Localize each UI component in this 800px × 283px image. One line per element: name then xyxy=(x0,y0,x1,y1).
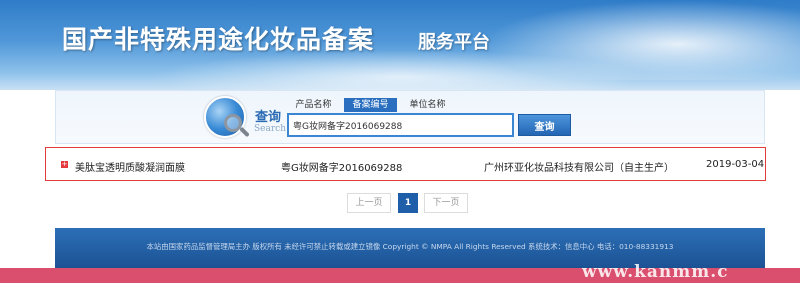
result-row[interactable]: + 美肽宝透明质酸凝润面膜 粤G妆网备字2016069288 广州环亚化妆品科技… xyxy=(45,147,766,181)
tab-record-number[interactable]: 备案编号 xyxy=(344,98,397,112)
search-label: 查询 xyxy=(255,110,282,125)
expand-icon[interactable]: + xyxy=(61,161,68,168)
site-title: 国产非特殊用途化妆品备案 xyxy=(62,25,375,54)
record-number: 粤G妆网备字2016069288 xyxy=(281,163,403,174)
tab-company-name[interactable]: 单位名称 xyxy=(401,98,454,112)
product-name-link[interactable]: 美肽宝透明质酸凝润面膜 xyxy=(75,159,185,174)
magnifier-handle xyxy=(239,126,250,138)
next-page-button[interactable]: 下一页 xyxy=(424,193,468,213)
company-name: 广州环亚化妆品科技有限公司（自主生产） xyxy=(484,163,674,174)
search-button[interactable]: 查询 xyxy=(518,114,571,136)
tab-product-name[interactable]: 产品名称 xyxy=(287,98,340,112)
globe-search-icon xyxy=(200,94,252,140)
header-banner: 国产非特殊用途化妆品备案 服务平台 xyxy=(0,0,800,90)
footer-copyright: 本站由国家药品监督管理局主办 版权所有 未经许可禁止转载或建立镜像 Copyri… xyxy=(146,242,674,251)
record-date: 2019-03-04 xyxy=(706,159,765,170)
banner-cloud xyxy=(150,50,650,90)
site-subtitle: 服务平台 xyxy=(418,32,490,53)
search-input[interactable] xyxy=(287,113,514,137)
search-label-en: Search xyxy=(254,124,286,134)
search-tabs: 产品名称 备案编号 单位名称 xyxy=(287,98,458,112)
watermark-text: www.kanmm.c xyxy=(582,262,729,282)
prev-page-button[interactable]: 上一页 xyxy=(347,193,391,213)
page-1-button[interactable]: 1 xyxy=(398,193,418,213)
